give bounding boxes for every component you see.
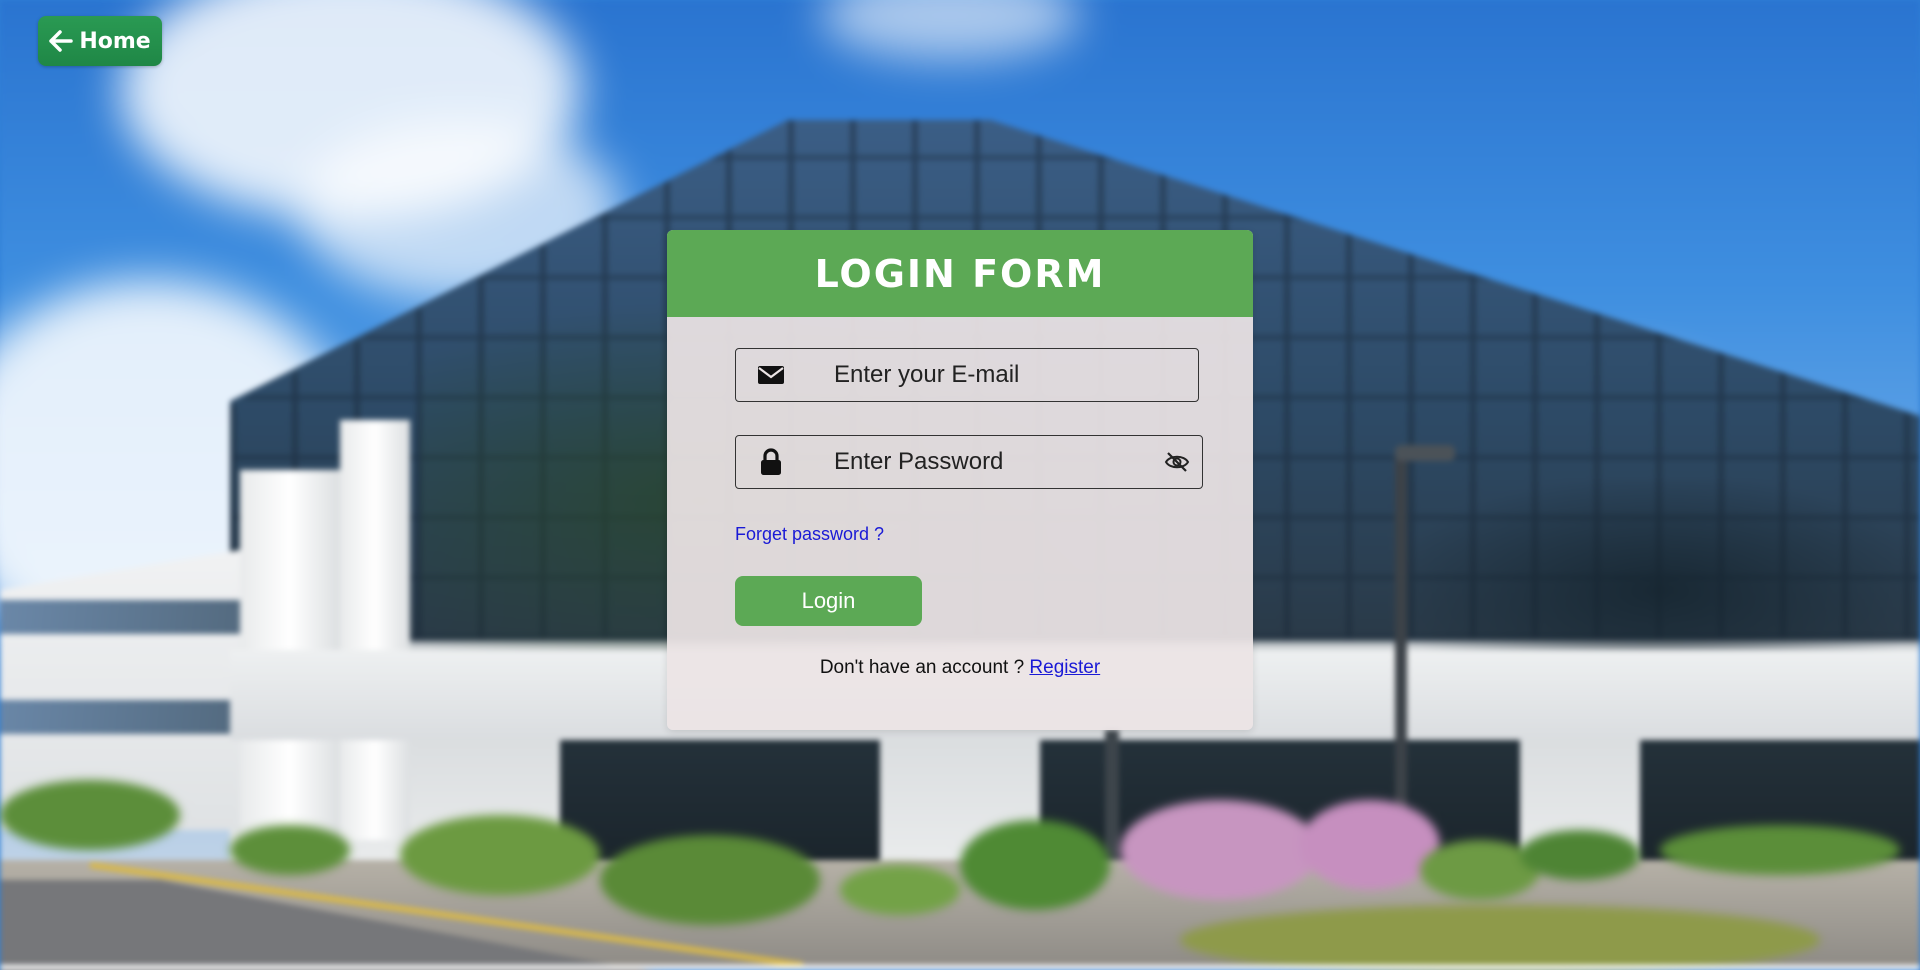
eye-slash-icon[interactable] [1152,451,1202,473]
home-button-label: Home [79,28,151,54]
home-button[interactable]: Home [38,16,162,66]
password-field[interactable] [735,435,1203,489]
envelope-icon [736,364,806,386]
signup-prompt-text: Don't have an account ? [819,657,1025,678]
email-input[interactable] [806,348,1198,402]
email-field[interactable] [735,348,1199,402]
login-card-header: LOGIN FORM [667,230,1253,317]
login-form-title: LOGIN FORM [814,251,1106,296]
arrow-left-icon [49,30,74,52]
login-page: Home LOGIN FORM Enter your E-mail Forget… [0,0,1920,970]
login-button[interactable]: Login [735,576,922,626]
login-card: LOGIN FORM Enter your E-mail Forget pass… [667,230,1253,730]
password-input[interactable] [806,435,1152,489]
signup-prompt: Don't have an account ? Register [667,657,1253,679]
register-link[interactable]: Register [1029,657,1100,678]
forgot-password-link[interactable]: Forget password ? [735,524,884,545]
lock-icon [736,448,806,476]
